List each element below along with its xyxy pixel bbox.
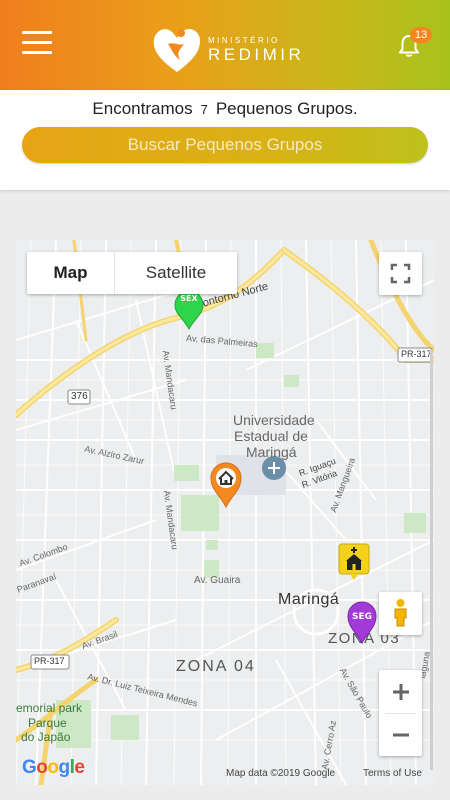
street-view-button[interactable] [379, 592, 422, 635]
group-marker-home[interactable] [210, 462, 242, 513]
logo-title: REDIMIR [208, 45, 305, 64]
map-label-pr317-bottom: PR-317 [34, 656, 65, 666]
map-label-university-3: Maringá [246, 444, 297, 460]
map-type-satellite-button[interactable]: Satellite [115, 252, 237, 294]
group-marker-seg[interactable]: SEG [346, 600, 378, 649]
map-label-memorial: emorial park [16, 701, 83, 715]
results-summary: Encontramos 7 Pequenos Grupos. [0, 99, 450, 119]
results-suffix: Pequenos Grupos. [215, 99, 358, 118]
results-count: 7 [200, 102, 208, 117]
map-label-parque-1: Parque [28, 716, 67, 730]
results-prefix: Encontramos [92, 99, 193, 118]
pegman-icon [394, 599, 407, 627]
zoom-in-icon [392, 683, 409, 700]
app-header: MINISTÉRIO REDIMIR 13 [0, 0, 450, 90]
group-marker-sex[interactable]: SEX [173, 290, 205, 335]
zoom-in-button[interactable] [379, 670, 422, 713]
search-groups-button[interactable]: Buscar Pequenos Grupos [22, 127, 428, 163]
map-label-parque-2: do Japão [21, 730, 71, 744]
page-scrollbar[interactable] [430, 350, 433, 770]
map-label-university-1: Universidade [233, 412, 315, 428]
map-label-guaira: Av. Guaira [194, 575, 241, 586]
map-label-pr317-top: PR-317 [401, 349, 432, 359]
zoom-divider [385, 713, 416, 714]
terms-of-use-link[interactable]: Terms of Use [363, 768, 422, 779]
map-type-control: Map Satellite [27, 252, 237, 294]
google-logo: Google [22, 757, 85, 778]
logo-subtitle: MINISTÉRIO [208, 36, 280, 45]
map-label-zona04: ZONA 04 [176, 658, 256, 675]
map-label-university-2: Estadual de [234, 428, 308, 444]
map-type-map-button[interactable]: Map [27, 252, 115, 294]
fullscreen-icon [390, 263, 411, 284]
marker-label-seg: SEG [352, 612, 372, 622]
app-logo: MINISTÉRIO REDIMIR [150, 22, 310, 76]
zoom-control [379, 670, 422, 756]
group-marker-church[interactable] [338, 543, 370, 586]
fullscreen-button[interactable] [379, 252, 422, 295]
menu-icon[interactable] [22, 31, 52, 55]
map-label-376: 376 [71, 391, 88, 402]
logo-heart-icon [153, 29, 200, 72]
notification-badge: 13 [410, 27, 432, 43]
map-view[interactable]: Contorno Norte Av. das Palmeiras PR-317 … [16, 240, 434, 785]
zoom-out-icon [392, 733, 409, 736]
map-attribution: Map data ©2019 Google [226, 768, 336, 779]
marker-label-sex: SEX [180, 294, 198, 303]
zoom-out-button[interactable] [379, 713, 422, 756]
map-label-maringa: Maringá [278, 591, 340, 608]
